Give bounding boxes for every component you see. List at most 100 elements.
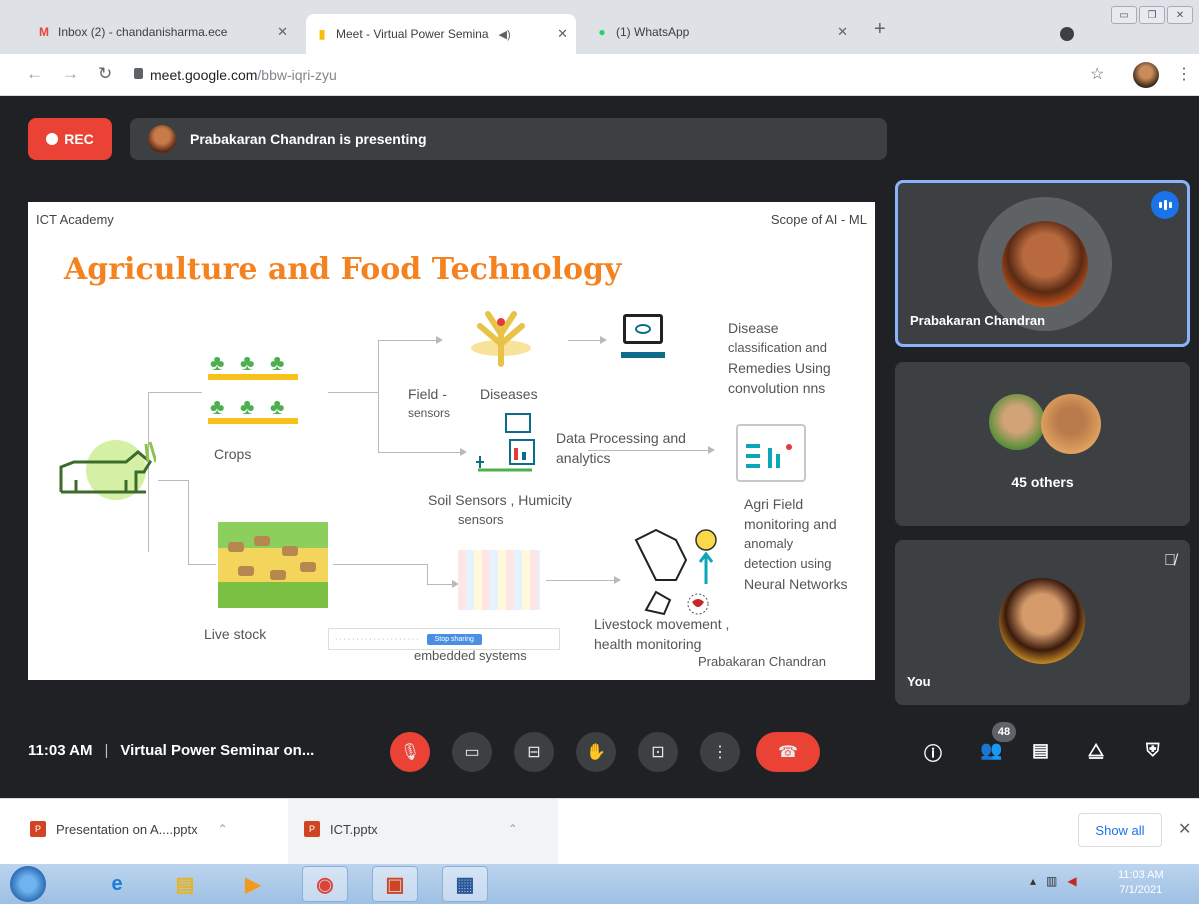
slide-header-right: Scope of AI - ML [770,212,867,227]
download-item[interactable]: P Presentation on A....pptx ⌃ [30,821,228,837]
word-icon[interactable]: ▦ [442,866,488,902]
label-field-sensors-2: sensors [408,406,451,420]
address-bar: ← → ↻ meet.google.com/bbw-iqri-zyu ☆ ⋮ [0,54,1199,96]
tab-title: Meet - Virtual Power Semina [336,27,489,41]
participant-tile-self[interactable]: 🎙̸ You [895,540,1190,705]
tab-meet[interactable]: ▮ Meet - Virtual Power Semina ◀) ✕ [306,14,576,54]
chevron-up-icon[interactable]: ⌃ [218,822,228,836]
powerpoint-icon[interactable]: ▣ [372,866,418,902]
close-icon[interactable]: ✕ [557,26,568,42]
plant-icon: ♣ [240,350,255,375]
tab-title: (1) WhatsApp [616,25,690,39]
present-screen-icon: ⊡ [651,744,665,761]
stop-sharing-button[interactable]: Stop sharing [426,633,482,645]
people-icon: 👥 [980,740,1003,760]
meeting-details-button[interactable]: ⓘ [924,740,942,766]
bookmark-star-icon[interactable]: ☆ [1090,64,1104,84]
whatsapp-icon: ● [598,25,606,39]
clock-time: 11:03 AM [1118,869,1164,881]
network-icon[interactable]: ▥ [1046,874,1057,888]
meeting-info[interactable]: 11:03 AM | Virtual Power Seminar on... [28,742,314,759]
label-data-processing-1: Data Processing and [556,430,686,446]
label-embedded: embedded systems [414,648,527,663]
participant-tile-presenter[interactable]: Prabakaran Chandran [895,180,1190,347]
download-item[interactable]: P ICT.pptx ⌃ [304,821,518,837]
close-icon[interactable]: ✕ [277,24,288,40]
others-count: 45 others [1011,474,1074,490]
tab-gmail[interactable]: M Inbox (2) - chandanisharma.ece ✕ [28,14,296,50]
raise-hand-button[interactable]: ✋ [576,732,616,772]
lock-icon[interactable] [134,68,143,79]
captions-button[interactable]: ⊟ [514,732,554,772]
reload-icon[interactable]: ↻ [98,64,112,84]
camera-toggle-button[interactable]: ▭ [452,732,492,772]
audio-playing-icon[interactable]: ◀) [499,28,511,41]
host-controls-button[interactable]: ⛨ [1146,740,1160,761]
start-button[interactable] [10,866,46,902]
download-filename: Presentation on A....pptx [56,821,198,837]
media-player-icon[interactable]: ▶ [230,866,276,902]
screen-share-bar: · · · · · · · · · · · · · · · · · · · · … [328,628,560,650]
arrow-head [708,446,715,454]
hand-icon: ✋ [586,744,606,761]
browser-menu-icon[interactable]: ⋮ [1176,64,1192,84]
close-icon[interactable]: ✕ [837,24,848,40]
label-livestock-move-1: Livestock movement , [594,616,730,632]
plant-icon: ♣ [270,394,285,419]
microphone-toggle-button[interactable]: 🎙 [390,732,430,772]
window-close-icon[interactable]: ✕ [1167,6,1193,24]
volume-icon[interactable]: ◀ [1067,874,1076,888]
forward-arrow-icon[interactable]: → [62,64,79,84]
tab-whatsapp[interactable]: ● (1) WhatsApp ✕ [586,14,856,50]
leave-call-button[interactable]: ☎ [756,732,820,772]
people-button[interactable]: 👥 [980,740,1002,761]
chat-button[interactable]: ▤ [1032,740,1049,761]
profile-indicator-icon[interactable] [1060,27,1074,41]
new-tab-button[interactable]: + [874,18,886,41]
meet-icon: ▮ [318,27,326,41]
gmail-icon: M [39,25,49,39]
internet-explorer-icon[interactable]: e [94,866,140,902]
monitor-eye-icon [623,314,663,344]
connector [333,564,427,565]
connector [148,392,202,393]
minimize-icon[interactable]: ▭ [1111,6,1137,24]
more-options-button[interactable]: ⋮ [700,732,740,772]
label-disease-2: classification and [728,340,827,355]
label-data-processing-2: analytics [556,450,611,466]
label-author: Prabakaran Chandran [698,654,826,669]
chrome-icon[interactable]: ◉ [302,866,348,902]
system-clock[interactable]: 11:03 AM 7/1/2021 [1118,868,1164,898]
eye-icon [635,324,651,334]
embedded-systems-image [458,550,540,610]
back-arrow-icon[interactable]: ← [26,64,43,84]
shield-lock-icon: ⛨ [1146,740,1160,760]
close-icon[interactable]: ✕ [1178,819,1191,839]
chat-icon: ▤ [1032,740,1050,760]
download-filename: ICT.pptx [330,821,378,837]
presenting-banner: Prabakaran Chandran is presenting [130,118,887,160]
os-taskbar: e ▤ ▶ ◉ ▣ ▦ ▴ ▥ ◀ 11:03 AM 7/1/2021 [0,864,1199,904]
present-button[interactable]: ⊡ [638,732,678,772]
arrow-head [600,336,607,344]
url-field[interactable]: meet.google.com/bbw-iqri-zyu [150,67,337,83]
participant-tile-others[interactable]: 45 others [895,362,1190,526]
maximize-icon[interactable]: ❐ [1139,6,1165,24]
label-field-sensors-1: Field - [408,386,447,402]
cow-icon [59,441,156,494]
camera-icon: ▭ [464,744,480,761]
participant-name: You [907,674,931,689]
activities-button[interactable]: ⧋ [1088,740,1104,761]
label-crops: Crops [214,446,252,462]
chevron-up-icon[interactable]: ⌃ [508,822,518,836]
show-all-button[interactable]: Show all [1078,813,1162,847]
mic-off-icon: 🎙̸ [1164,552,1176,569]
speaking-indicator-icon [1151,191,1179,219]
recording-badge[interactable]: REC [28,118,112,160]
avatar [989,394,1045,450]
profile-avatar[interactable] [1133,62,1159,88]
label-livestock: Live stock [204,626,267,642]
connector [378,340,379,452]
file-explorer-icon[interactable]: ▤ [162,866,208,902]
tray-expand-icon[interactable]: ▴ [1030,874,1036,888]
